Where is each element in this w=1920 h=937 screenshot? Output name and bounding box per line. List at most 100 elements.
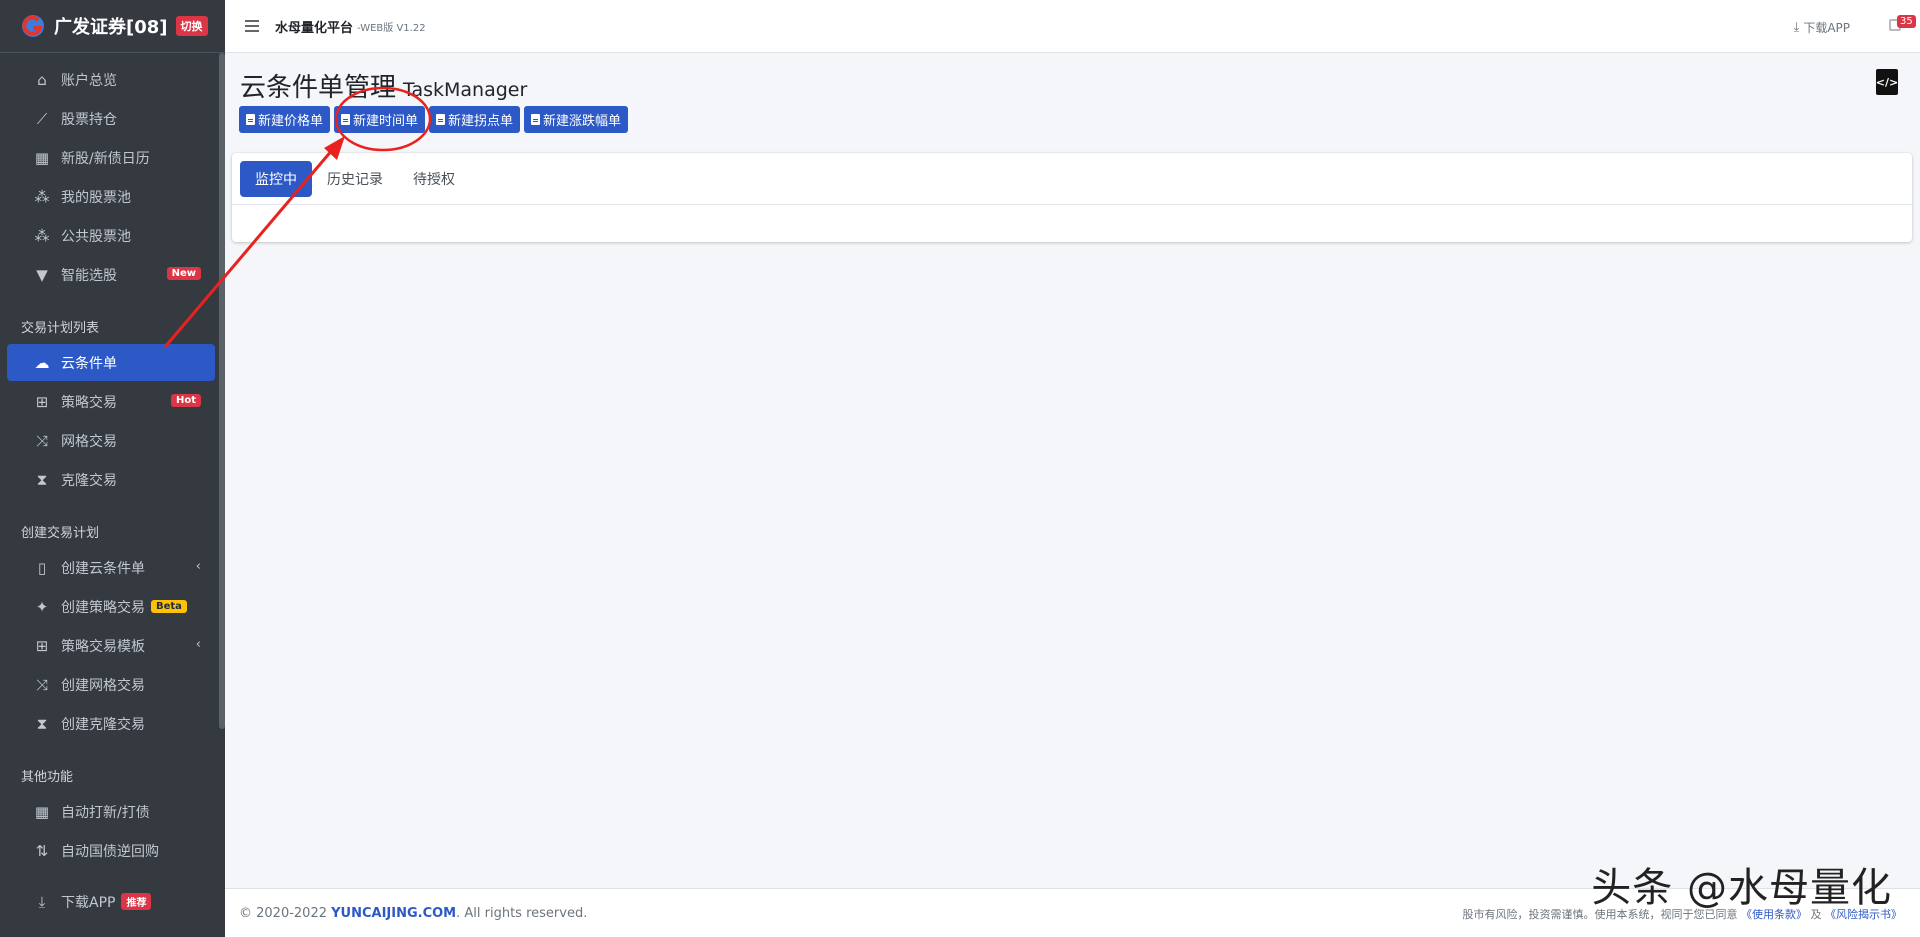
brand-name: 广发证券[08]	[54, 17, 168, 38]
sidebar-item-auto-ipo[interactable]: ▦ 自动打新/打债	[7, 793, 215, 830]
hourglass-icon: ⧗	[36, 714, 48, 733]
button-label: 新建时间单	[353, 114, 419, 129]
sidebar-item-label: 新股/新债日历	[61, 150, 150, 167]
sidebar-item-create-clone[interactable]: ⧗ 创建克隆交易	[7, 705, 215, 742]
sidebar-item-grid-trade[interactable]: ⤨ 网格交易	[7, 422, 215, 459]
page-heading: 云条件单管理 TaskManager	[240, 67, 527, 104]
download-app-link[interactable]: ⤓ 下载APP	[1794, 19, 1850, 36]
copyright: © 2020-2022 YUNCAIJING.COM. All rights r…	[239, 906, 587, 921]
sidebar-item-auto-repo[interactable]: ⇅ 自动国债逆回购	[7, 832, 215, 869]
sidebar-item-cloud-order[interactable]: ☁ 云条件单	[7, 344, 215, 381]
page-title: 云条件单管理	[240, 73, 397, 103]
tab-history[interactable]: 历史记录	[312, 161, 398, 197]
new-badge: New	[166, 267, 201, 280]
sidebar-item-create-cloud-order[interactable]: ▯ 创建云条件单 ‹	[7, 549, 215, 586]
sidebar-item-label: 网格交易	[61, 433, 117, 450]
hot-badge: Hot	[170, 394, 201, 407]
top-navbar: 水母量化平台 -WEB版 V1.22 ⤓ 下载APP 35	[225, 0, 1920, 53]
file-icon	[436, 114, 446, 125]
sidebar-item-label: 云条件单	[61, 355, 117, 372]
button-label: 新建价格单	[258, 114, 324, 129]
calendar-icon: ▦	[34, 148, 50, 167]
home-icon: ⌂	[37, 70, 47, 89]
section-header-other: 其他功能	[21, 770, 74, 785]
cubes-icon: ⁂	[34, 187, 50, 206]
main-content: 云条件单管理 TaskManager </> 新建价格单 新建时间单 新建拐点单…	[225, 53, 1920, 888]
app-title: 水母量化平台	[275, 20, 354, 36]
sidebar-item-label: 下载APP	[61, 894, 116, 911]
sidebar-item-label: 自动国债逆回购	[61, 843, 159, 860]
sidebar-item-label: 股票持仓	[61, 111, 117, 128]
random-icon: ⤨	[35, 431, 48, 450]
action-buttons: 新建价格单 新建时间单 新建拐点单 新建涨跌幅单	[239, 106, 632, 133]
magic-icon: ✦	[35, 597, 49, 616]
new-turning-point-order-button[interactable]: 新建拐点单	[429, 106, 521, 133]
download-icon: ⤓	[1793, 20, 1800, 35]
site-link[interactable]: YUNCAIJING.COM	[331, 906, 456, 921]
sidebar-item-label: 克隆交易	[61, 472, 117, 489]
file-icon: ▯	[37, 558, 47, 577]
download-icon: ⤓	[38, 892, 46, 911]
sidebar-item-holdings[interactable]: ⟋ 股票持仓	[7, 100, 215, 137]
cubes-icon: ⁂	[34, 226, 50, 245]
copyright-suffix: . All rights reserved.	[456, 905, 588, 921]
sidebar-item-account-overview[interactable]: ⌂ 账户总览	[7, 61, 215, 98]
orders-tabs: 监控中 历史记录 待授权	[232, 153, 1912, 205]
switch-account-button[interactable]: 切换	[175, 16, 208, 36]
sidebar-item-label: 创建克隆交易	[61, 716, 145, 733]
recommend-badge: 推荐	[121, 893, 152, 910]
file-icon	[531, 114, 541, 125]
tab-monitoring[interactable]: 监控中	[240, 160, 312, 197]
sidebar-item-strategy-trade[interactable]: ⊞ 策略交易 Hot	[7, 383, 215, 420]
button-label: 新建涨跌幅单	[543, 114, 622, 129]
notification-count-badge: 35	[1897, 15, 1916, 28]
hourglass-icon: ⧗	[36, 470, 48, 489]
sidebar-item-download-app[interactable]: ⤓ 下载APP 推荐	[7, 883, 215, 920]
sidebar-item-ipo-calendar[interactable]: ▦ 新股/新债日历	[7, 139, 215, 176]
sidebar-item-label: 自动打新/打债	[61, 804, 150, 821]
new-time-order-button[interactable]: 新建时间单	[334, 106, 426, 133]
menu-toggle-icon[interactable]	[245, 20, 259, 32]
sidebar-item-label: 创建策略交易	[61, 599, 145, 616]
sidebar-item-label: 智能选股	[61, 267, 117, 284]
sidebar-item-create-grid[interactable]: ⤨ 创建网格交易	[7, 666, 215, 703]
sidebar-item-label: 创建网格交易	[61, 677, 145, 694]
download-app-label: 下载APP	[1803, 21, 1850, 35]
sidebar-item-smart-pick[interactable]: ▼ 智能选股 New	[7, 256, 215, 293]
tab-pending-authorization[interactable]: 待授权	[398, 161, 470, 197]
sidebar-item-strategy-template[interactable]: ⊞ 策略交易模板 ‹	[7, 627, 215, 664]
sidebar-item-label: 创建云条件单	[61, 560, 145, 577]
copyright-prefix: © 2020-2022	[239, 905, 332, 921]
sidebar: 广发证券[08] 切换 ⌂ 账户总览 ⟋ 股票持仓 ▦ 新股/新债日历 ⁂ 我的…	[0, 0, 225, 937]
sidebar-item-label: 策略交易模板	[61, 638, 145, 655]
section-header-create: 创建交易计划	[21, 526, 100, 541]
new-change-percent-order-button[interactable]: 新建涨跌幅单	[524, 106, 629, 133]
sidebar-item-create-strategy[interactable]: ✦ 创建策略交易 Beta	[7, 588, 215, 625]
sidebar-item-clone-trade[interactable]: ⧗ 克隆交易	[7, 461, 215, 498]
sidebar-item-label: 公共股票池	[61, 228, 131, 245]
watermark: 头条 @水母量化	[1591, 865, 1892, 911]
page-subtitle: TaskManager	[403, 79, 528, 101]
file-icon	[341, 114, 351, 125]
brand: 广发证券[08] 切换	[0, 0, 225, 53]
sidebar-item-label: 我的股票池	[61, 189, 131, 206]
filter-icon: ▼	[36, 265, 48, 284]
new-price-order-button[interactable]: 新建价格单	[239, 106, 331, 133]
notifications-button[interactable]: 35	[1886, 15, 1916, 37]
calendar-icon: ▦	[34, 802, 50, 821]
file-icon	[246, 114, 255, 125]
chart-line-icon: ⟋	[36, 109, 48, 128]
sort-icon: ⇅	[35, 841, 49, 860]
sidebar-item-public-pool[interactable]: ⁂ 公共股票池	[7, 217, 215, 254]
gf-logo-icon	[20, 13, 46, 39]
sitemap-icon: ⊞	[35, 392, 49, 411]
sidebar-item-my-pool[interactable]: ⁂ 我的股票池	[7, 178, 215, 215]
cloud-icon: ☁	[34, 353, 50, 372]
random-icon: ⤨	[35, 675, 48, 694]
beta-badge: Beta	[151, 600, 187, 613]
orders-card: 监控中 历史记录 待授权	[232, 153, 1912, 242]
chevron-left-icon: ‹	[195, 637, 201, 652]
file-code-icon[interactable]: </>	[1876, 69, 1898, 95]
section-header-plan-list: 交易计划列表	[21, 321, 100, 336]
chevron-left-icon: ‹	[195, 559, 201, 574]
